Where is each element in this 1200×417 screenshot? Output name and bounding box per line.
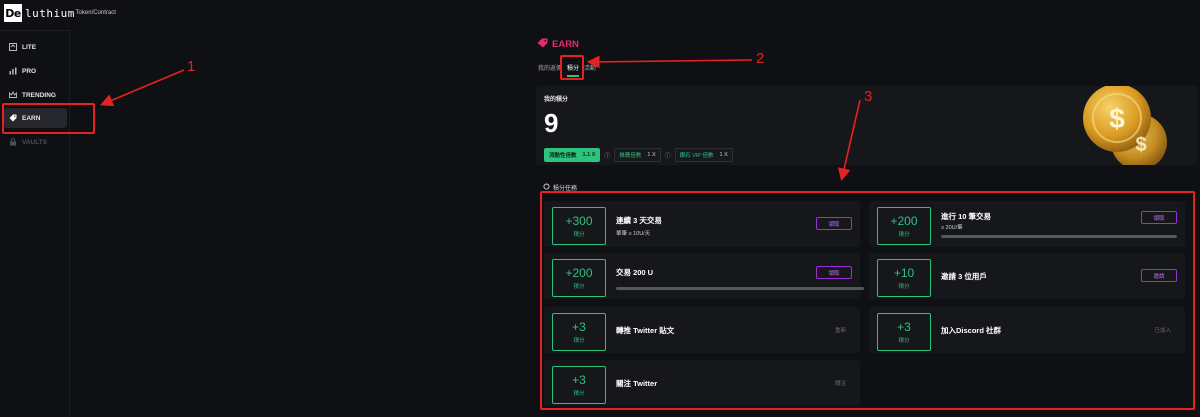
annotation-label-3: 3 [864,88,873,105]
sidebar-item-label: VAULTS [22,138,48,146]
annotation-box-2 [560,55,584,80]
crown-icon [9,91,17,99]
sidebar-item-label: LITE [22,43,37,51]
page-title-text: EARN [552,39,579,50]
info-icon[interactable]: ⓘ [604,151,610,160]
multiplier-referral: 推薦倍數 1 X [614,148,661,162]
svg-text:$: $ [1109,103,1125,134]
multiplier-liquidity: 流動性倍數 1.1 X [544,148,601,162]
tag-icon [537,38,548,51]
sidebar-item-lite[interactable]: LITE [4,37,67,57]
lock-icon [9,138,17,146]
svg-text:$: $ [1135,134,1146,156]
logo-mark[interactable]: De [4,4,22,22]
multiplier-value: 1 X [647,152,656,158]
multiplier-value: 1 X [719,152,728,158]
sidebar-divider [0,30,70,31]
tab-events[interactable]: 活動 [584,63,596,76]
info-icon[interactable]: ⓘ [665,151,671,160]
sidebar-item-label: TRENDING [22,91,56,99]
coins-illustration: $ $ [1083,86,1167,165]
multiplier-value: 1.1 X [582,152,596,158]
score-title: 我的積分 [544,97,569,103]
annotation-box-3 [540,191,1195,410]
tab-my-rebate[interactable]: 我的返佣 [538,63,562,76]
sidebar-item-vaults[interactable]: VAULTS [4,132,67,152]
sidebar: LITE PRO TRENDING EARN VAULTS [0,30,70,417]
pro-chart-icon [9,67,17,75]
lite-icon [9,43,17,51]
sidebar-item-label: PRO [22,67,37,75]
sidebar-item-pro[interactable]: PRO [4,61,67,81]
annotation-arrow-2 [586,55,753,69]
annotation-label-1: 1 [187,58,196,75]
annotation-box-1 [2,103,95,134]
multiplier-label: 鑽石 VIP 倍數 [679,153,714,159]
multipliers-row: 流動性倍數 1.1 X ⓘ 推薦倍數 1 X ⓘ 鑽石 VIP 倍數 1 X [544,148,733,162]
breadcrumb[interactable]: › Token/Contract [72,10,116,16]
multiplier-label: 推薦倍數 [619,153,642,159]
sidebar-item-trending[interactable]: TRENDING [4,85,67,105]
top-bar: De luthium › Token/Contract [0,0,1200,28]
page-title: EARN [537,38,579,51]
annotation-arrow-1 [100,69,185,107]
annotation-label-2: 2 [756,50,765,67]
multiplier-label: 流動性倍數 [549,153,577,159]
score-value: 9 [544,108,559,138]
multiplier-vip: 鑽石 VIP 倍數 1 X [674,148,733,162]
logo-text[interactable]: luthium [25,7,75,20]
